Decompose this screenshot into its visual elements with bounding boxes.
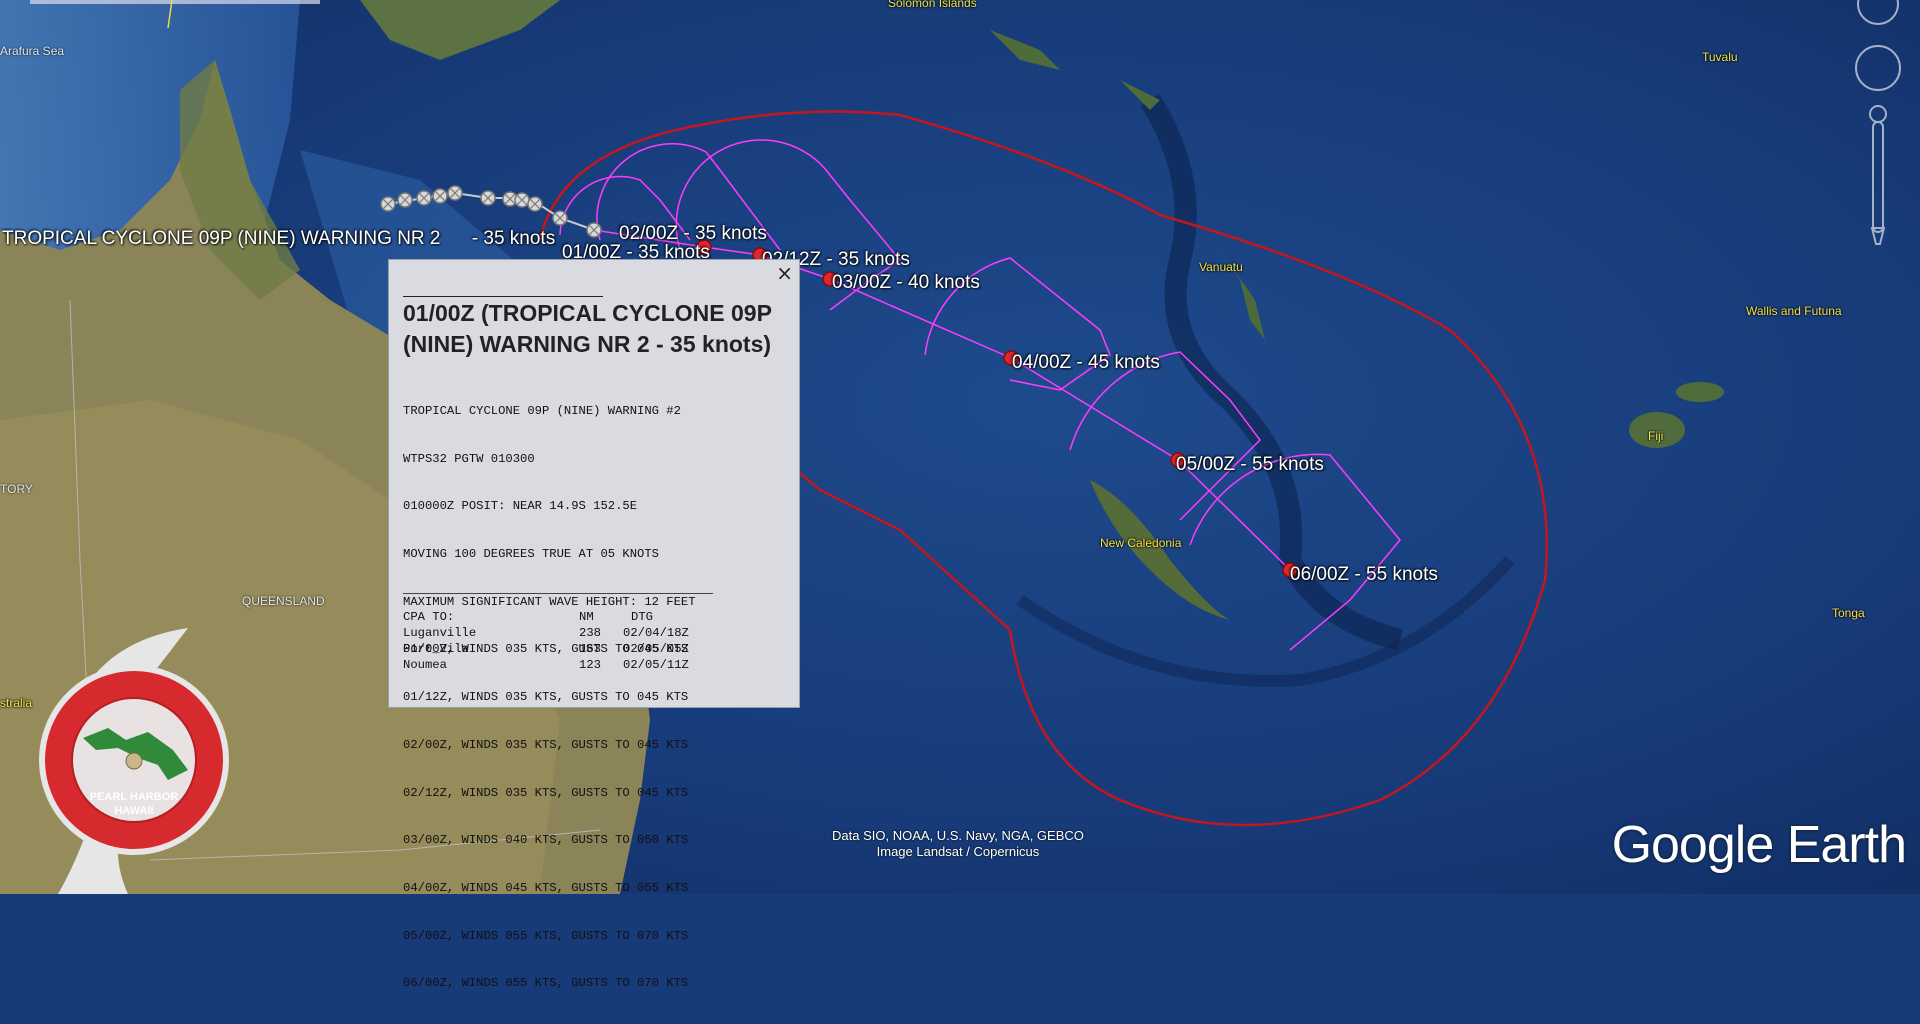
forecast-label-05-00z[interactable]: 05/00Z - 55 knots	[1176, 454, 1324, 476]
warning-line: 01/12Z, WINDS 035 KTS, GUSTS TO 045 KTS	[403, 690, 689, 705]
google-earth-logo: Google Earth	[1611, 815, 1907, 875]
warning-line: 06/00Z, WINDS 055 KTS, GUSTS TO 070 KTS	[403, 976, 689, 991]
label-territory: TORY	[0, 482, 33, 496]
cpa-col-dtg: DTG	[631, 610, 653, 624]
cpa-nm: 238	[579, 625, 601, 640]
cpa-place: Noumea	[403, 657, 447, 672]
close-icon[interactable]: ×	[776, 261, 793, 285]
label-new-caledonia: New Caledonia	[1100, 536, 1182, 550]
warning-line: TROPICAL CYCLONE 09P (NINE) WARNING #2	[403, 403, 681, 418]
cpa-table: CPA TO: NM DTG Luganville 238 02/04/18Z …	[403, 610, 689, 674]
attribution: Data SIO, NOAA, U.S. Navy, NGA, GEBCO Im…	[832, 828, 1084, 860]
info-balloon: × 01/00Z (TROPICAL CYCLONE 09P (NINE) WA…	[388, 259, 800, 990]
logo-seal	[125, 752, 143, 770]
warning-intensity: - 35 knots	[471, 228, 556, 249]
warning-line: MOVING 100 DEGREES TRUE AT 05 KNOTS	[403, 546, 659, 561]
warning-line: 04/00Z, WINDS 045 KTS, GUSTS TO 055 KTS	[403, 881, 689, 895]
cpa-row: Port_Vila 163 02/05/05Z	[403, 642, 689, 658]
cpa-place: Luganville	[403, 625, 477, 640]
cpa-header: CPA TO: NM DTG	[403, 610, 689, 626]
warning-label[interactable]: TROPICAL CYCLONE 09P (NINE) WARNING NR 2…	[2, 228, 555, 250]
attribution-line1: Data SIO, NOAA, U.S. Navy, NGA, GEBCO	[832, 828, 1084, 843]
label-tonga: Tonga	[1832, 606, 1865, 620]
label-arafura-sea: Arafura Sea	[0, 44, 65, 58]
label-tuvalu: Tuvalu	[1702, 50, 1738, 64]
cpa-dtg: 02/04/18Z	[623, 625, 689, 640]
warning-line: MAXIMUM SIGNIFICANT WAVE HEIGHT: 12 FEET	[403, 594, 696, 609]
logo-line2: HAWAII	[114, 805, 153, 817]
cpa-nm: 163	[579, 641, 601, 656]
brand-earth: Earth	[1786, 816, 1907, 874]
label-australia: stralia	[0, 696, 33, 710]
jtwc-logo: PEARL HARBOR HAWAII	[39, 628, 229, 894]
cpa-row: Noumea 123 02/05/11Z	[403, 658, 689, 674]
balloon-separator	[403, 593, 713, 594]
warning-line: 02/00Z, WINDS 035 KTS, GUSTS TO 045 KTS	[403, 737, 689, 752]
warning-line: 03/00Z, WINDS 040 KTS, GUSTS TO 050 KTS	[403, 833, 689, 848]
warning-name: TROPICAL CYCLONE 09P (NINE) WARNING NR 2	[2, 228, 441, 249]
warning-line: 05/00Z, WINDS 055 KTS, GUSTS TO 070 KTS	[403, 928, 689, 943]
fiji-island-2	[1676, 382, 1724, 402]
forecast-label-03-00z[interactable]: 03/00Z - 40 knots	[832, 272, 980, 294]
label-solomon-islands: Solomon Islands	[888, 0, 977, 10]
cpa-dtg: 02/05/11Z	[623, 657, 689, 672]
scale-box	[30, 0, 320, 4]
satellite-map[interactable]	[0, 0, 1920, 894]
warning-line: 010000Z POSIT: NEAR 14.9S 152.5E	[403, 499, 638, 514]
forecast-label-02-00z[interactable]: 02/00Z - 35 knots	[619, 223, 767, 245]
label-wallis-and-futuna: Wallis and Futuna	[1746, 304, 1842, 318]
balloon-top-rule	[403, 296, 603, 297]
cpa-dtg: 02/05/05Z	[623, 641, 689, 656]
cpa-row: Luganville 238 02/04/18Z	[403, 626, 689, 642]
forecast-label-06-00z[interactable]: 06/00Z - 55 knots	[1290, 564, 1438, 586]
label-queensland: QUEENSLAND	[242, 594, 325, 608]
cpa-col-nm: NM	[579, 610, 594, 624]
brand-google: Google	[1611, 816, 1775, 874]
cpa-nm: 123	[579, 657, 601, 672]
label-fiji: Fiji	[1648, 429, 1664, 443]
logo-line1: PEARL HARBOR	[90, 791, 178, 803]
warning-text: TROPICAL CYCLONE 09P (NINE) WARNING #2 W…	[403, 372, 696, 1024]
cpa-place: Port_Vila	[403, 641, 469, 656]
attribution-line2: Image Landsat / Copernicus	[876, 844, 1040, 859]
cpa-col-place: CPA TO:	[403, 610, 455, 624]
forecast-label-04-00z[interactable]: 04/00Z - 45 knots	[1012, 352, 1160, 374]
warning-line: WTPS32 PGTW 010300	[403, 451, 535, 466]
label-vanuatu: Vanuatu	[1199, 260, 1243, 274]
warning-line: 02/12Z, WINDS 035 KTS, GUSTS TO 045 KTS	[403, 785, 689, 800]
balloon-title: 01/00Z (TROPICAL CYCLONE 09P (NINE) WARN…	[403, 300, 772, 357]
